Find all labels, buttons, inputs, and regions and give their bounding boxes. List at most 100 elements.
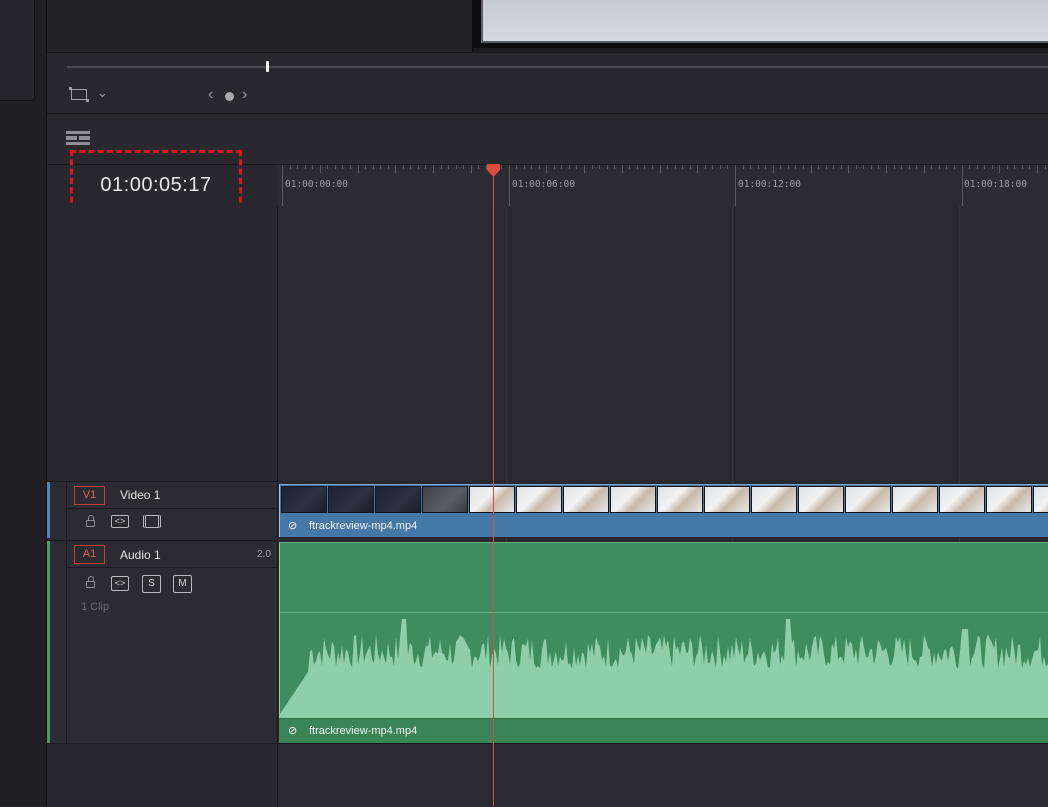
timeline-view-options-icon[interactable] — [66, 131, 90, 145]
previous-arrow-icon[interactable]: ‹ — [208, 87, 213, 103]
video-thumbnail — [986, 486, 1032, 513]
nav-dot-icon[interactable] — [225, 92, 234, 101]
video-thumbnail — [328, 486, 374, 513]
audio-track-tag[interactable]: A1 — [74, 545, 105, 564]
ruler-tick — [417, 165, 419, 169]
ruler-tick — [750, 165, 752, 169]
ruler-tick — [719, 165, 721, 169]
ruler-tick — [712, 165, 714, 169]
ruler-tick — [568, 165, 570, 169]
video-thumbnail — [751, 486, 797, 513]
ruler-tick — [561, 165, 563, 169]
ruler-tick — [765, 165, 767, 169]
ruler-tick — [969, 165, 971, 169]
playhead-line[interactable] — [493, 176, 494, 806]
viewer-scrubber-handle[interactable] — [266, 61, 269, 72]
ruler-tick — [395, 165, 397, 173]
audio-clip-count: 1 Clip — [81, 601, 110, 613]
ruler-tick — [553, 165, 555, 169]
ruler-tick — [757, 165, 759, 169]
ruler-tick — [387, 165, 389, 169]
ruler-tick — [1037, 165, 1038, 173]
ruler-tick — [1006, 165, 1008, 169]
next-arrow-icon[interactable]: › — [242, 87, 247, 103]
ruler-tick — [440, 165, 442, 169]
audio-waveform — [280, 619, 1048, 719]
audio-channels-label: 2.0 — [257, 549, 271, 560]
chevron-down-icon[interactable]: ⌄ — [97, 86, 108, 100]
ruler-tick — [372, 165, 374, 169]
video-thumbnail — [798, 486, 844, 513]
audio-track-name[interactable]: Audio 1 — [120, 548, 161, 562]
ruler-tick — [334, 165, 336, 169]
ruler-tick — [470, 165, 472, 173]
viewer-scrubber-track[interactable] — [67, 66, 1048, 68]
ruler-tick — [780, 165, 782, 169]
track-visibility-icon[interactable] — [143, 515, 161, 528]
ruler-tick — [1021, 165, 1023, 169]
auto-select-icon[interactable]: <> — [111, 576, 129, 591]
ruler-tick — [312, 165, 314, 169]
playhead-handle[interactable] — [486, 164, 501, 177]
ruler-tick — [833, 165, 835, 169]
ruler-tick — [297, 165, 299, 169]
ruler-tick — [508, 165, 510, 206]
timeline-empty-area — [278, 206, 1048, 481]
auto-select-icon[interactable]: <> — [111, 515, 129, 528]
ruler-tick — [1014, 165, 1016, 169]
ruler-tick — [735, 165, 736, 206]
left-side-panel — [0, 0, 47, 806]
timeline-timecode[interactable]: 01:00:05:17 — [70, 150, 242, 212]
ruler-tick — [855, 165, 857, 169]
ruler-tick — [621, 165, 623, 173]
ruler-tick — [923, 165, 925, 173]
video-thumbnail — [1033, 486, 1048, 513]
audio-clip-name: ftrackreview-mp4.mp4 — [309, 725, 418, 737]
mute-button[interactable]: M — [173, 575, 192, 593]
ruler-tick — [976, 165, 978, 169]
timeline-ruler[interactable]: 01:00:00:00 01:00:06:00 01:00:12:00 01:0… — [278, 164, 1048, 207]
video-track-name[interactable]: Video 1 — [120, 488, 160, 502]
video-thumbnail — [704, 486, 750, 513]
link-icon: ⊘ — [288, 520, 298, 532]
ruler-tick — [584, 165, 585, 173]
transform-crop-icon[interactable] — [69, 87, 89, 102]
viewer-image — [481, 0, 1048, 43]
lock-icon[interactable] — [86, 576, 95, 588]
ruler-tick — [342, 165, 344, 169]
ruler-tick — [523, 165, 525, 169]
ruler-tick — [795, 165, 797, 169]
audio-clip[interactable] — [279, 542, 1048, 742]
ruler-tick — [659, 165, 661, 173]
track-header-empty-area — [47, 206, 278, 481]
video-track-tag[interactable]: V1 — [74, 486, 105, 505]
ruler-tick — [991, 165, 993, 169]
ruler-tick — [1044, 165, 1046, 169]
ruler-tick — [500, 165, 502, 169]
ruler-tick — [282, 165, 283, 206]
audio-track-header[interactable] — [47, 540, 278, 744]
video-thumbnail — [563, 486, 609, 513]
ruler-label: 01:00:12:00 — [738, 179, 801, 190]
ruler-tick — [818, 165, 820, 169]
ruler-tick — [365, 165, 367, 169]
track-header-divider — [67, 567, 277, 568]
ruler-tick — [629, 165, 631, 169]
ruler-tick — [870, 165, 872, 169]
video-thumbnail — [281, 486, 327, 513]
video-clip-name: ftrackreview-mp4.mp4 — [309, 520, 418, 532]
lock-icon[interactable] — [86, 515, 95, 527]
solo-button[interactable]: S — [142, 575, 161, 593]
audio-track-color-bar — [47, 541, 50, 743]
ruler-tick — [787, 165, 789, 169]
viewer-controls-bar — [47, 80, 1048, 114]
left-panel-tab[interactable] — [0, 0, 35, 101]
ruler-tick — [576, 165, 578, 169]
ruler-tick — [599, 165, 601, 169]
timeline-empty-area-bottom — [278, 743, 1048, 807]
ruler-tick — [448, 165, 450, 169]
ruler-tick — [636, 165, 638, 169]
video-clip-thumbnails — [281, 486, 1048, 513]
ruler-tick — [644, 165, 646, 169]
link-icon: ⊘ — [288, 725, 298, 737]
